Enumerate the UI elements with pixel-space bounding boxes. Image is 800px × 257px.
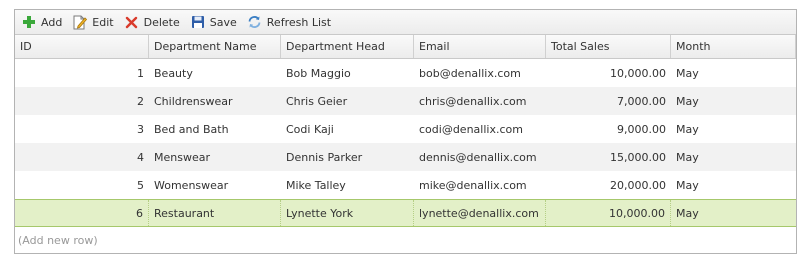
add-label: Add — [41, 15, 63, 29]
cell-total-sales: 9,000.00 — [617, 122, 666, 136]
save-label: Save — [209, 15, 237, 29]
cell-id: 3 — [137, 122, 144, 136]
cell-total-sales: 20,000.00 — [610, 178, 666, 192]
cell-month: May — [676, 122, 699, 136]
cell-email: bob@denallix.com — [419, 66, 521, 80]
cell-department-name: Bed and Bath — [154, 122, 229, 136]
save-icon — [190, 14, 206, 30]
table-row[interactable]: 5 Womenswear Mike Talley mike@denallix.c… — [15, 171, 796, 199]
column-header-total-sales[interactable]: Total Sales — [546, 35, 671, 58]
column-header-email[interactable]: Email — [414, 35, 546, 58]
table-row[interactable]: 3 Bed and Bath Codi Kaji codi@denallix.c… — [15, 115, 796, 143]
cell-department-head: Lynette York — [281, 200, 414, 226]
grid-body: 1 Beauty Bob Maggio bob@denallix.com 10,… — [15, 59, 796, 253]
cell-department-name: Restaurant — [149, 200, 281, 226]
data-grid: Add Edit Delete Save Refresh List ID Dep… — [14, 9, 797, 254]
table-row[interactable]: 4 Menswear Dennis Parker dennis@denallix… — [15, 143, 796, 171]
cell-department-name: Menswear — [154, 150, 210, 164]
cell-email: chris@denallix.com — [419, 94, 527, 108]
column-header-month[interactable]: Month — [671, 35, 796, 58]
column-header-department-name[interactable]: Department Name — [149, 35, 281, 58]
table-row[interactable]: 1 Beauty Bob Maggio bob@denallix.com 10,… — [15, 59, 796, 87]
cell-id: 6 — [15, 200, 149, 226]
edit-icon — [72, 14, 88, 30]
cell-id: 2 — [137, 94, 144, 108]
table-row-selected[interactable]: 6 Restaurant Lynette York lynette@denall… — [15, 199, 796, 227]
save-button[interactable]: Save — [187, 12, 240, 32]
cell-total-sales: 10,000.00 — [546, 200, 671, 226]
cell-month: May — [676, 206, 699, 220]
grid-header: ID Department Name Department Head Email… — [15, 35, 796, 59]
cell-total-sales: 15,000.00 — [610, 150, 666, 164]
cell-month: May — [676, 94, 699, 108]
cell-month: May — [676, 178, 699, 192]
edit-button[interactable]: Edit — [69, 12, 116, 32]
add-new-row[interactable]: (Add new row) — [15, 227, 796, 253]
refresh-icon — [247, 14, 263, 30]
cell-department-name: Beauty — [154, 66, 193, 80]
cell-id: 4 — [137, 150, 144, 164]
cell-department-head: Codi Kaji — [286, 122, 334, 136]
edit-label: Edit — [92, 15, 114, 29]
cell-id: 1 — [137, 66, 144, 80]
cell-department-name: Womenswear — [154, 178, 229, 192]
cell-department-name: Childrenswear — [154, 94, 233, 108]
delete-icon — [124, 14, 140, 30]
cell-email: mike@denallix.com — [419, 178, 527, 192]
cell-total-sales: 10,000.00 — [610, 66, 666, 80]
refresh-list-label: Refresh List — [266, 15, 332, 29]
cell-month: May — [676, 150, 699, 164]
cell-email: dennis@denallix.com — [419, 150, 537, 164]
column-header-id[interactable]: ID — [15, 35, 149, 58]
refresh-list-button[interactable]: Refresh List — [244, 12, 334, 32]
cell-department-head: Dennis Parker — [286, 150, 363, 164]
cell-department-head: Mike Talley — [286, 178, 346, 192]
plus-icon — [21, 14, 37, 30]
cell-month: May — [676, 66, 699, 80]
delete-button[interactable]: Delete — [121, 12, 183, 32]
delete-label: Delete — [143, 15, 180, 29]
cell-department-head: Chris Geier — [286, 94, 348, 108]
cell-department-head: Bob Maggio — [286, 66, 351, 80]
cell-total-sales: 7,000.00 — [617, 94, 666, 108]
table-row[interactable]: 2 Childrenswear Chris Geier chris@denall… — [15, 87, 796, 115]
column-header-department-head[interactable]: Department Head — [281, 35, 414, 58]
grid-toolbar: Add Edit Delete Save Refresh List — [15, 10, 796, 35]
cell-email: lynette@denallix.com — [414, 200, 546, 226]
add-button[interactable]: Add — [18, 12, 65, 32]
cell-email: codi@denallix.com — [419, 122, 523, 136]
cell-id: 5 — [137, 178, 144, 192]
